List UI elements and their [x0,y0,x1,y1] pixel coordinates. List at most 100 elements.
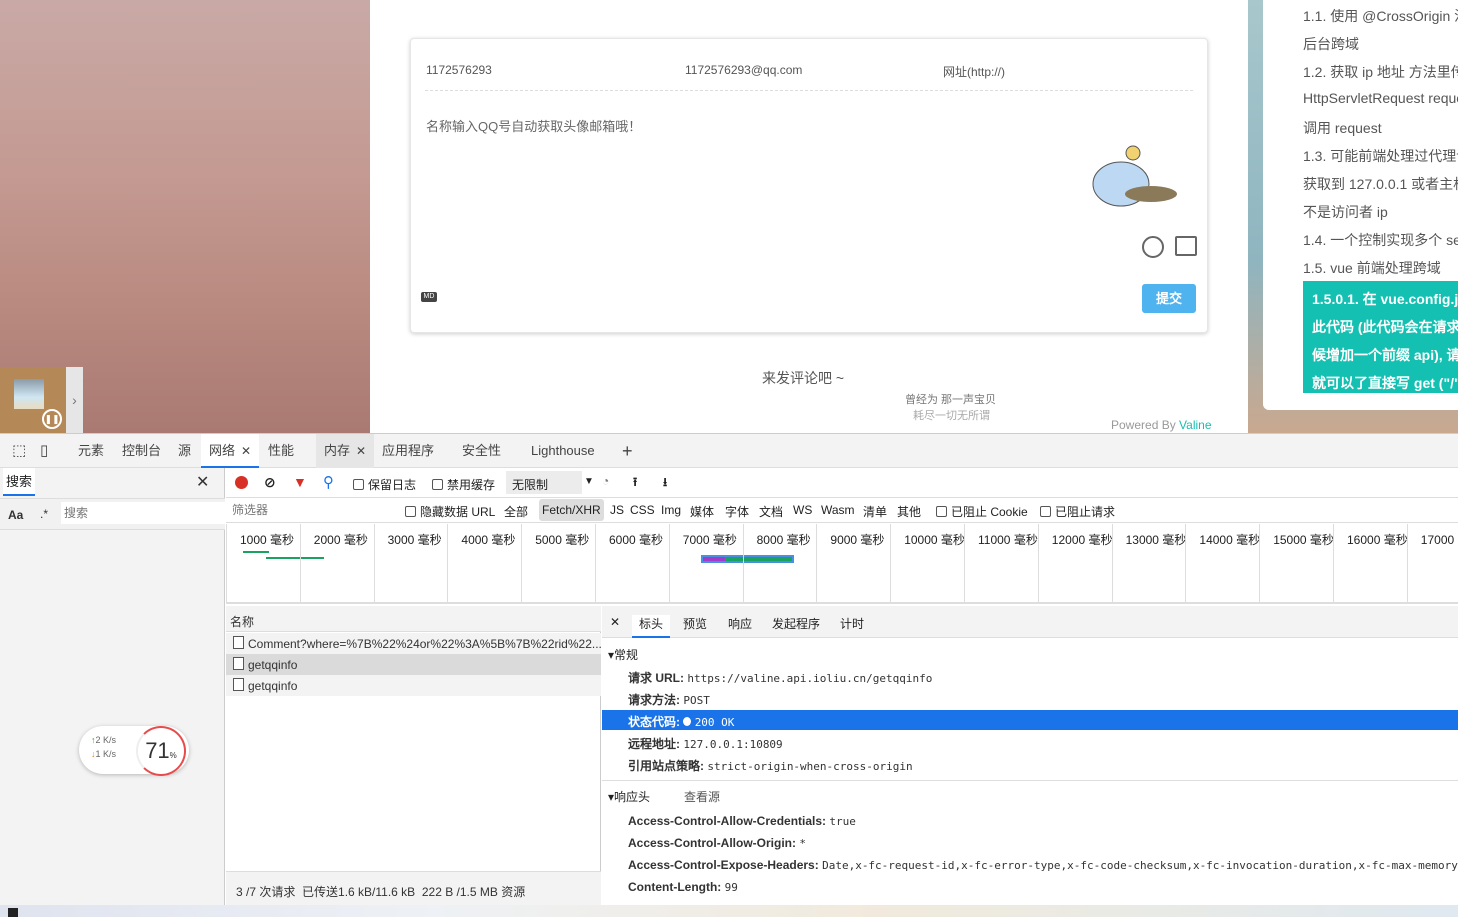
search-input[interactable] [61,502,225,524]
tab-network[interactable]: 网络 ✕ [201,434,260,468]
preview-icon[interactable] [1175,236,1197,256]
tab-console[interactable]: 控制台 [114,434,169,468]
close-icon[interactable]: ✕ [196,472,209,492]
response-header-row[interactable]: Access-Control-Allow-Credentials: true [602,811,1458,831]
tab-application[interactable]: 应用程序 [374,434,442,468]
toc-item[interactable]: 1.3. 可能前端处理过代理请 [1303,146,1458,166]
chevron-down-icon[interactable]: ▼ [584,476,594,487]
tab-response[interactable]: 响应 [728,615,752,632]
response-headers-toggle[interactable]: ▾响应头 [608,788,650,805]
valine-link[interactable]: Valine [1179,418,1211,432]
tab-preview[interactable]: 预览 [683,615,707,632]
filter-type-img[interactable]: Img [661,503,681,517]
clear-icon[interactable]: ⊘ [264,474,276,491]
comment-textarea[interactable]: 名称输入QQ号自动获取头像邮箱哦！ [426,116,641,135]
filter-type-other[interactable]: 其他 [897,503,921,520]
toc-item[interactable]: 1.2. 获取 ip 地址 方法里传 [1303,62,1458,82]
music-player[interactable]: ❚❚ [0,367,66,433]
preserve-log-checkbox[interactable]: 保留日志 [353,476,416,493]
search-icon[interactable]: ⚲ [323,473,334,491]
regex-toggle[interactable]: .* [40,507,48,521]
general-row[interactable]: 远程地址: 127.0.0.1:10809 [602,732,1458,752]
filter-input[interactable] [228,500,396,520]
record-icon[interactable] [235,476,248,489]
nick-input[interactable]: 1172576293 [426,63,492,77]
filter-type-fetch-xhr[interactable]: Fetch/XHR [539,499,604,521]
tab-timing[interactable]: 计时 [840,615,864,632]
match-case-toggle[interactable]: Aa [8,508,23,522]
tab-search[interactable]: 搜索 [3,468,35,496]
view-source-link[interactable]: 查看源 [684,788,720,805]
checkbox[interactable] [353,479,364,490]
device-toolbar-icon[interactable]: ▯ [32,434,56,468]
checkbox[interactable] [1040,506,1051,517]
pause-icon[interactable]: ❚❚ [42,409,62,429]
filter-type-css[interactable]: CSS [630,503,655,517]
general-row[interactable]: 状态代码: 200 OK [602,710,1458,730]
tab-elements[interactable]: 元素 [70,434,112,468]
toc-item[interactable]: 获取到 127.0.0.1 或者主机 [1303,174,1458,194]
tab-initiator[interactable]: 发起程序 [772,615,820,632]
network-conditions-icon[interactable]: ◔ [602,474,609,488]
hide-data-urls-checkbox[interactable]: 隐藏数据 URL [405,503,495,520]
filter-type-media[interactable]: 媒体 [690,503,714,520]
tab-sources[interactable]: 源 [170,434,199,468]
filter-type-font[interactable]: 字体 [725,503,749,520]
toc-item[interactable]: 不是访问者 ip [1303,202,1388,222]
column-header-name[interactable]: 名称 [226,606,601,632]
inspect-element-icon[interactable]: ⬚ [4,434,34,468]
toc-item[interactable]: 1.1. 使用 @CrossOrigin 注 [1303,6,1458,26]
windows-start-icon[interactable] [8,908,18,917]
general-row[interactable]: 请求方法: POST [602,688,1458,708]
file-icon [233,678,244,691]
chevron-right-icon[interactable]: › [66,367,83,433]
blocked-requests-checkbox[interactable]: 已阻止请求 [1040,503,1115,520]
emoji-icon[interactable] [1142,236,1164,258]
filter-icon[interactable]: ▼ [293,474,307,490]
submit-button[interactable]: 提交 [1142,284,1196,313]
timeline-overview[interactable]: 1000 毫秒 2000 毫秒 3000 毫秒 4000 毫秒 5000 毫秒 6000 … [226,524,1458,604]
checkbox[interactable] [432,479,443,490]
request-row[interactable]: getqqinfo [226,654,601,675]
checkbox[interactable] [936,506,947,517]
toc-item[interactable]: 1.5. vue 前端处理跨域 [1303,258,1441,278]
toc-item[interactable]: 1.4. 一个控制实现多个 se [1303,230,1458,250]
close-icon[interactable]: ✕ [610,615,620,629]
add-tab-icon[interactable]: + [614,434,641,468]
close-icon[interactable]: ✕ [241,444,251,458]
import-har-icon[interactable]: ⭱ [633,473,637,494]
request-row[interactable]: Comment?where=%7B%22%24or%22%3A%5B%7B%22… [226,633,601,654]
tab-security[interactable]: 安全性 [454,434,509,468]
filter-type-js[interactable]: JS [610,503,624,517]
close-icon[interactable]: ✕ [356,444,366,458]
upload-value: 2 [95,735,101,745]
throttle-select[interactable]: 无限制 [506,471,582,494]
tab-performance[interactable]: 性能 [260,434,302,468]
tab-headers[interactable]: 标头 [632,615,671,638]
toc-item[interactable]: HttpServletRequest reque [1303,90,1458,106]
general-section-toggle[interactable]: ▾常规 [608,646,638,663]
toc-item[interactable]: 后台跨域 [1303,34,1359,54]
link-input[interactable]: 网址(http://) [943,63,1005,80]
response-header-row[interactable]: Content-Length: 99 [602,877,1458,897]
toc-item-active[interactable]: 1.5.0.1. 在 vue.config.js 中 此代码 (此代码会在请求 … [1303,281,1458,393]
request-row[interactable]: getqqinfo [226,675,601,696]
filter-type-all[interactable]: 全部 [504,503,528,520]
request-name: getqqinfo [248,679,298,693]
tab-lighthouse[interactable]: Lighthouse [523,434,603,468]
tab-memory[interactable]: 内存 ✕ [316,434,375,468]
blocked-cookies-checkbox[interactable]: 已阻止 Cookie [936,503,1028,520]
response-header-row[interactable]: Access-Control-Allow-Origin: * [602,833,1458,853]
filter-type-wasm[interactable]: Wasm [821,503,855,517]
toc-item[interactable]: 调用 request [1303,118,1382,138]
disable-cache-checkbox[interactable]: 禁用缓存 [432,476,495,493]
filter-type-ws[interactable]: WS [793,503,812,517]
response-header-row[interactable]: Access-Control-Expose-Headers: Date,x-fc… [602,855,1458,875]
filter-type-doc[interactable]: 文档 [759,503,783,520]
general-row[interactable]: 引用站点策略: strict-origin-when-cross-origin [602,754,1458,774]
email-input[interactable]: 1172576293@qq.com [685,63,802,77]
export-har-icon[interactable]: ⭳ [663,473,667,494]
general-row[interactable]: 请求 URL: https://valine.api.ioliu.cn/getq… [602,666,1458,686]
checkbox[interactable] [405,506,416,517]
filter-type-manifest[interactable]: 清单 [863,503,887,520]
